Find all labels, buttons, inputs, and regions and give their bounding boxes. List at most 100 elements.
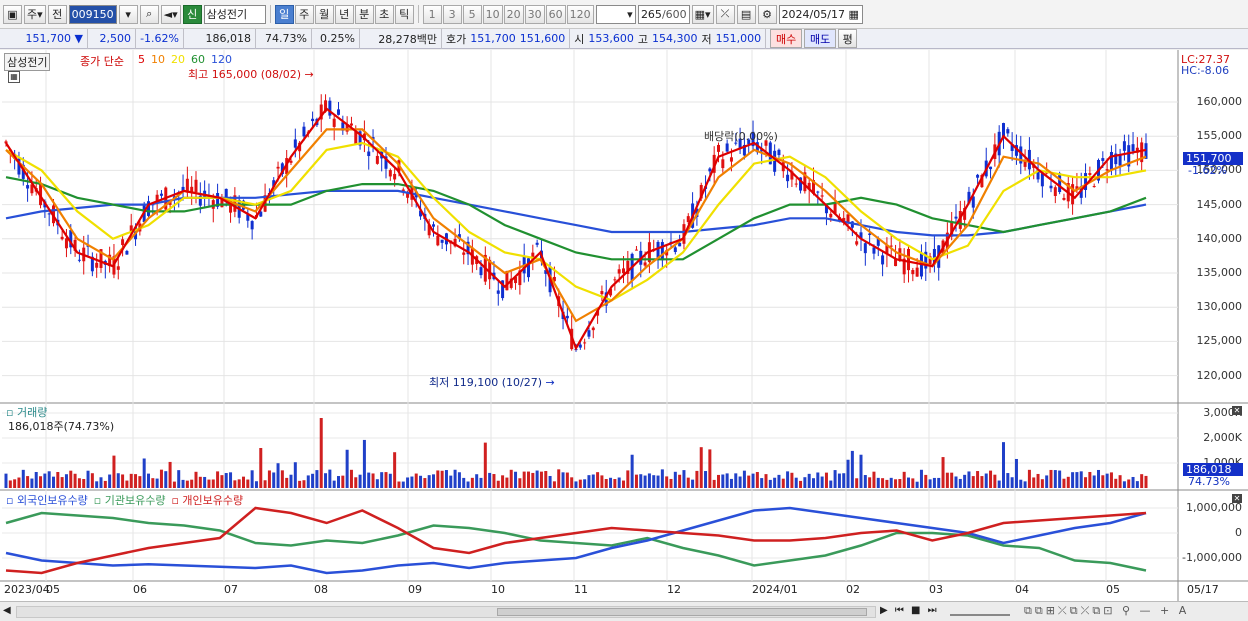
period-tab[interactable]: 년 — [334, 4, 354, 24]
price-tick: 130,000 — [1196, 300, 1243, 314]
volume-bar — [142, 458, 146, 488]
volume-bar — [410, 476, 414, 488]
volume-bar — [1066, 476, 1070, 488]
volume-bar — [842, 473, 846, 488]
volume-bar — [846, 459, 850, 488]
volume-bar — [557, 469, 561, 488]
interval-tab[interactable]: 10 — [482, 4, 503, 24]
stock-code-input[interactable]: 009150 — [68, 4, 117, 24]
scroll-thumb[interactable] — [497, 608, 867, 616]
volume-bar — [669, 478, 673, 488]
candle-body — [617, 269, 621, 274]
grid-icon[interactable]: ▤ — [736, 4, 756, 24]
volume-bar — [937, 477, 941, 488]
search-icon[interactable]: ⌕ — [139, 4, 159, 24]
period-tab[interactable]: 일 — [274, 4, 294, 24]
period-tabs: 일주월년분초틱 — [274, 4, 414, 24]
volume-bar — [639, 474, 643, 488]
scroll-left-icon[interactable]: ◀ — [3, 605, 11, 616]
draw-tool-icon[interactable]: ⤫ — [715, 4, 735, 24]
period-tab[interactable]: 주 — [294, 4, 314, 24]
buy-button[interactable]: 매수 — [770, 29, 803, 48]
chart-svg[interactable] — [0, 50, 1248, 601]
table-icon[interactable]: ▦ — [8, 71, 20, 83]
zoom-tool-icons[interactable]: ⧉⧉⊞⤫⧉⤫⧉⊡ ⚲ — + A — [1024, 604, 1189, 618]
volume-bar — [496, 480, 500, 488]
volume-bar — [591, 474, 595, 488]
volume-bar — [1122, 481, 1126, 488]
mode-select-1[interactable]: 주 ▾ — [24, 4, 46, 24]
candle-body — [527, 258, 530, 278]
sound-icon[interactable]: ◄▾ — [160, 4, 181, 24]
interval-tab[interactable]: 5 — [462, 4, 482, 24]
period-tab[interactable]: 초 — [374, 4, 394, 24]
volume-bar — [462, 477, 466, 488]
period-tab[interactable]: 분 — [354, 4, 374, 24]
volume-bar — [151, 478, 155, 488]
zoom-slider[interactable] — [950, 606, 1010, 616]
volume-bar — [894, 479, 898, 488]
chart-tool-icon[interactable]: ▦▾ — [691, 4, 714, 24]
volume-bar — [643, 475, 647, 488]
gear-icon[interactable]: ⚙ — [757, 4, 777, 24]
date-input[interactable]: 2024/05/17 ▦ — [778, 4, 863, 24]
eval-button[interactable]: 평 — [838, 29, 858, 48]
ma-legend-item: 20 — [171, 53, 185, 66]
count-field[interactable]: 265/600 — [637, 4, 690, 24]
volume-bar — [229, 472, 233, 488]
interval-tab[interactable]: 60 — [545, 4, 566, 24]
volume-bar — [479, 477, 483, 488]
interval-tab[interactable]: 20 — [503, 4, 524, 24]
interval-input[interactable]: ▾ — [595, 4, 636, 24]
close-icon[interactable]: ✕ — [1232, 406, 1242, 415]
interval-tab[interactable]: 30 — [524, 4, 545, 24]
candle-body — [302, 126, 306, 137]
chart-area[interactable]: 삼성전기 종가 단순 5 10 20 60 120 ▦ 최고 165,000 (08/0… — [0, 50, 1248, 621]
sell-button[interactable]: 매도 — [804, 29, 837, 48]
horizontal-scrollbar[interactable] — [16, 606, 876, 618]
low-label: 저 — [701, 32, 712, 46]
calendar-icon[interactable]: ▦ — [848, 8, 858, 21]
volume-bar — [354, 477, 358, 488]
volume-bar — [457, 472, 461, 488]
volume-bar — [324, 473, 328, 488]
volume-bar — [155, 478, 159, 488]
window-icon[interactable]: ▣ — [3, 4, 22, 24]
volume-bar — [1114, 478, 1118, 488]
mode-select-2[interactable]: 전 — [47, 4, 67, 24]
candle-body — [794, 183, 798, 185]
current-pct-tag: -1.62% — [1188, 164, 1227, 177]
interval-tab[interactable]: 3 — [442, 4, 462, 24]
volume-bar — [17, 477, 21, 488]
panel-stock-name[interactable]: 삼성전기 — [4, 53, 51, 71]
candle-body — [388, 170, 392, 177]
candle-body — [660, 242, 664, 261]
x-tick: 05/17 — [1187, 583, 1219, 596]
volume-bar — [1092, 475, 1096, 488]
low-annotation: 최저 119,100 (10/27) → — [429, 376, 555, 389]
volume-bar — [522, 471, 526, 488]
volume-bar — [99, 477, 103, 488]
period-tab[interactable]: 월 — [314, 4, 334, 24]
period-tab[interactable]: 틱 — [394, 4, 414, 24]
turnover: 0.25% — [312, 28, 360, 49]
interval-tab[interactable]: 1 — [422, 4, 442, 24]
volume-bar — [544, 471, 548, 488]
volume-bar — [306, 475, 310, 488]
volume-bar — [781, 478, 785, 488]
candle-body — [686, 216, 690, 223]
candle-body — [565, 315, 569, 319]
close-icon[interactable]: ✕ — [1232, 494, 1242, 503]
volume-bar — [919, 469, 923, 488]
candle-body — [829, 213, 833, 218]
interval-tab[interactable]: 120 — [566, 4, 594, 24]
playback-controls[interactable]: ▶ ⏮ ■ ⏭ — [880, 605, 939, 616]
dropdown-icon[interactable]: ▾ — [118, 4, 138, 24]
volume-bar — [1027, 469, 1031, 488]
volume-bar — [924, 474, 928, 488]
volume-bar — [539, 471, 543, 488]
volume-bar — [734, 473, 738, 488]
volume-bar — [1109, 472, 1113, 488]
volume-bar — [898, 479, 902, 488]
stock-name-field[interactable]: 삼성전기 — [203, 4, 266, 24]
